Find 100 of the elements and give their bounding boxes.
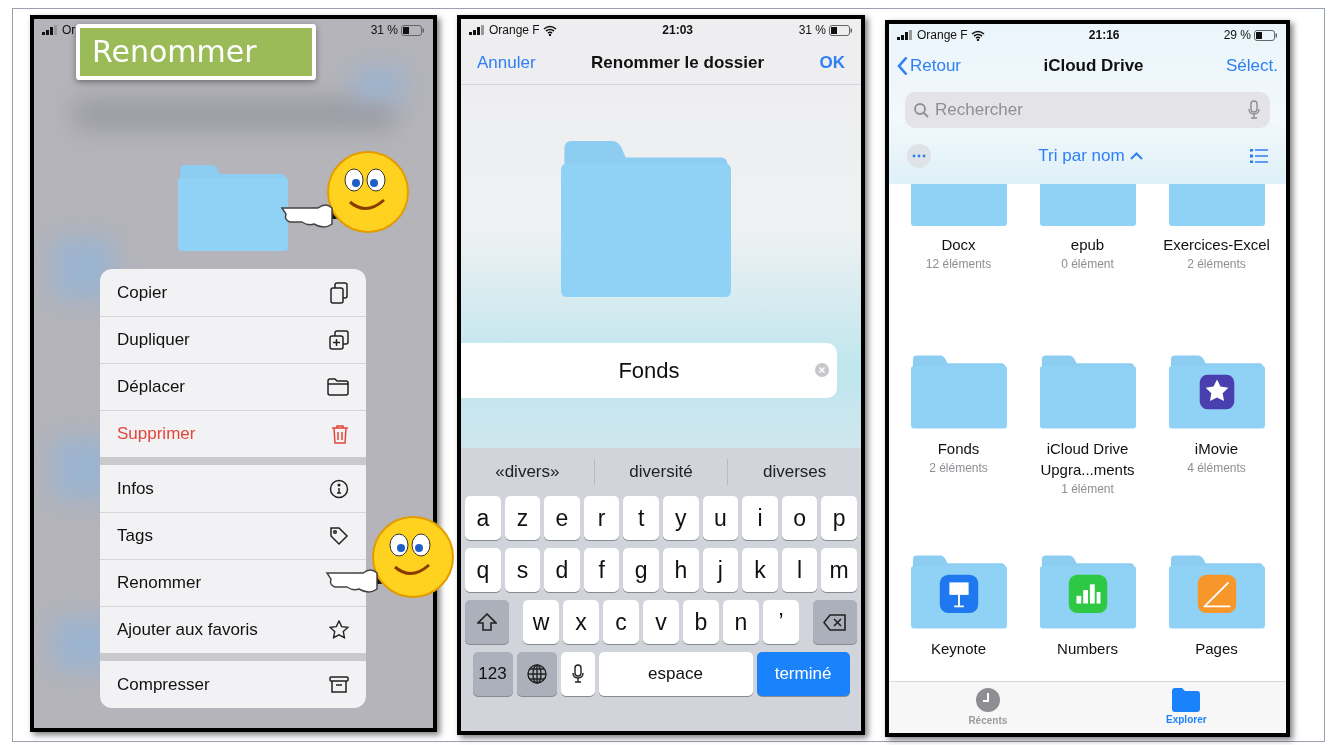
keyboard-key[interactable]: y bbox=[663, 496, 699, 540]
back-button[interactable]: Retour bbox=[897, 53, 962, 79]
more-icon bbox=[907, 144, 931, 168]
item-count: 12 éléments bbox=[925, 256, 992, 273]
battery-percent: 31 % bbox=[798, 22, 826, 39]
app-folder-icon bbox=[1168, 354, 1265, 430]
keyboard-key[interactable]: g bbox=[623, 548, 659, 592]
name-field[interactable]: Fonds bbox=[461, 343, 837, 398]
battery-icon bbox=[401, 24, 425, 36]
folder-icon bbox=[910, 354, 1007, 430]
done-key[interactable]: terminé bbox=[756, 652, 850, 696]
item-count: 0 élément bbox=[1061, 256, 1114, 273]
menu-item[interactable]: Infos bbox=[100, 465, 366, 512]
search-field[interactable]: Rechercher bbox=[905, 92, 1270, 128]
item-name: Exercices-Excel bbox=[1162, 235, 1271, 255]
keyboard-key[interactable]: l bbox=[781, 548, 818, 592]
backspace-key[interactable] bbox=[813, 600, 857, 644]
battery-percent: 31 % bbox=[370, 22, 398, 39]
keyboard-key[interactable]: c bbox=[603, 600, 639, 644]
item-name: Numbers bbox=[1056, 639, 1119, 659]
item-name: epub bbox=[1069, 235, 1106, 255]
signal-icon bbox=[897, 30, 914, 40]
folder-icon bbox=[1172, 688, 1201, 712]
folder-icon bbox=[327, 378, 349, 396]
keyboard-key[interactable]: e bbox=[544, 496, 580, 540]
keyboard-key[interactable]: u bbox=[702, 496, 739, 540]
space-key[interactable]: espace bbox=[598, 652, 753, 696]
archive-box-icon bbox=[329, 675, 349, 694]
keyboard-key[interactable]: p bbox=[821, 496, 857, 540]
item-name: iMovie bbox=[1193, 439, 1240, 459]
item-name: Pages bbox=[1194, 639, 1239, 659]
star-icon bbox=[329, 620, 349, 640]
microphone-key[interactable] bbox=[560, 652, 595, 696]
chevron-up-icon bbox=[1129, 152, 1143, 160]
keyboard-key[interactable]: n bbox=[723, 600, 759, 644]
item-count: 2 éléments bbox=[929, 460, 988, 477]
keyboard-key[interactable]: k bbox=[742, 548, 778, 592]
keyboard-key[interactable]: o bbox=[781, 496, 818, 540]
folder-icon bbox=[178, 165, 288, 251]
menu-item[interactable]: Tags bbox=[100, 512, 366, 559]
keyboard-key[interactable]: f bbox=[583, 548, 620, 592]
trash-icon bbox=[331, 424, 349, 444]
numbers-key[interactable]: 123 bbox=[472, 652, 513, 696]
backspace-icon bbox=[823, 613, 847, 631]
item-count: 2 éléments bbox=[1187, 256, 1246, 273]
select-button[interactable]: Sélect. bbox=[1226, 53, 1278, 79]
duplicate-icon bbox=[329, 330, 349, 350]
item-name: Fonds bbox=[936, 439, 981, 459]
keyboard-key[interactable]: i bbox=[742, 496, 778, 540]
keyboard-key[interactable]: z bbox=[504, 496, 541, 540]
keyboard-key[interactable]: x bbox=[563, 600, 599, 644]
menu-item[interactable]: Compresser bbox=[100, 661, 366, 708]
keyboard-key[interactable]: t bbox=[623, 496, 659, 540]
copy-icon bbox=[329, 281, 349, 304]
item-name: Keynote bbox=[929, 639, 987, 659]
carrier-name: Orange F bbox=[917, 27, 968, 44]
keyboard-key[interactable]: q bbox=[465, 548, 501, 592]
item-count: 1 élément bbox=[1061, 481, 1114, 498]
keyboard-key[interactable]: ’ bbox=[763, 600, 799, 644]
shift-key[interactable] bbox=[465, 600, 509, 644]
keyboard-key[interactable]: r bbox=[583, 496, 620, 540]
keyboard-key[interactable]: b bbox=[683, 600, 719, 644]
keyboard-key[interactable]: j bbox=[702, 548, 739, 592]
menu-item[interactable]: Copier bbox=[100, 269, 366, 316]
app-folder-icon bbox=[1168, 554, 1265, 630]
app-folder-icon bbox=[1039, 554, 1136, 630]
menu-item[interactable]: Dupliquer bbox=[100, 316, 366, 363]
keyboard-key[interactable]: h bbox=[663, 548, 699, 592]
keyboard-key[interactable]: d bbox=[544, 548, 580, 592]
suggestion-chip[interactable]: diverses bbox=[728, 459, 861, 485]
item-count: 4 éléments bbox=[1187, 460, 1246, 477]
keyboard-key[interactable]: v bbox=[643, 600, 679, 644]
battery-icon bbox=[829, 24, 853, 36]
keyboard-key[interactable]: m bbox=[821, 548, 857, 592]
keyboard-key[interactable]: w bbox=[523, 600, 559, 644]
screen-title: Renommer le dossier bbox=[591, 51, 764, 74]
globe-icon bbox=[526, 664, 547, 684]
search-icon bbox=[914, 103, 929, 118]
suggestion-chip[interactable]: diversité bbox=[594, 459, 728, 485]
microphone-icon bbox=[571, 664, 584, 684]
clear-icon bbox=[815, 363, 829, 377]
folder-icon bbox=[1039, 184, 1136, 226]
globe-key[interactable] bbox=[516, 652, 557, 696]
signal-icon bbox=[42, 25, 59, 35]
keyboard-key[interactable]: a bbox=[465, 496, 501, 540]
suggestion-chip[interactable]: «divers» bbox=[461, 459, 594, 485]
clock-icon bbox=[974, 687, 1001, 713]
battery-icon bbox=[1254, 29, 1278, 41]
wifi-icon bbox=[542, 24, 557, 36]
list-view-icon bbox=[1250, 149, 1268, 163]
keyboard-key[interactable]: s bbox=[504, 548, 541, 592]
item-name: iCloud Drive Upgra...ments bbox=[1039, 439, 1136, 480]
tag-icon bbox=[329, 526, 349, 546]
shift-icon bbox=[477, 613, 497, 631]
microphone-icon bbox=[1248, 100, 1260, 120]
menu-item[interactable]: Déplacer bbox=[100, 363, 366, 410]
wifi-icon bbox=[970, 29, 985, 41]
carrier-name: Or bbox=[62, 22, 76, 39]
screen-title: iCloud Drive bbox=[1043, 55, 1144, 78]
info-icon bbox=[329, 478, 349, 499]
